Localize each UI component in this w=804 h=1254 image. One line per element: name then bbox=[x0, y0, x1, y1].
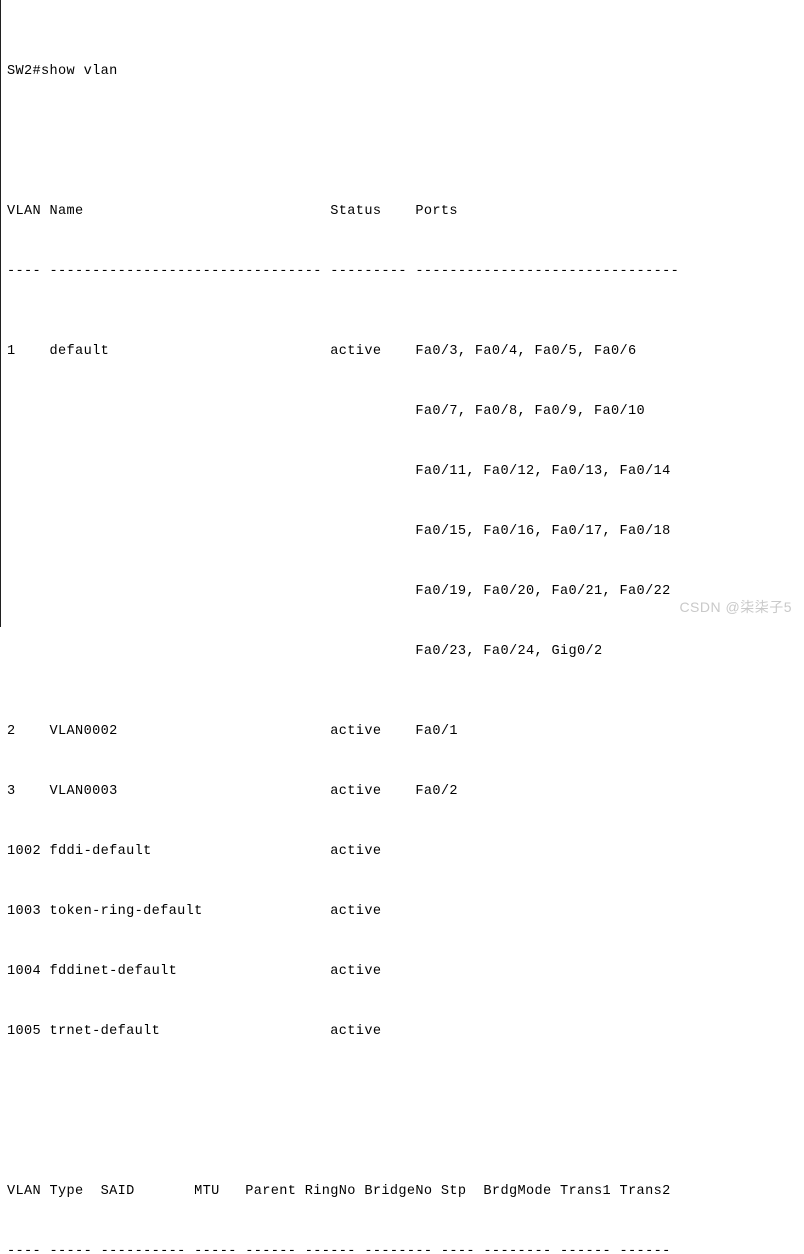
table-row: 1 default active Fa0/3, Fa0/4, Fa0/5, Fa… bbox=[7, 344, 637, 359]
table-row-continuation: Fa0/19, Fa0/20, Fa0/21, Fa0/22 bbox=[7, 584, 671, 599]
table-row-continuation: Fa0/7, Fa0/8, Fa0/9, Fa0/10 bbox=[7, 404, 646, 419]
terminal-output[interactable]: SW2#show vlan VLAN Name Status Ports ---… bbox=[7, 2, 799, 1254]
table-row: 2 VLAN0002 active Fa0/1 bbox=[7, 724, 458, 739]
table-row: 3 VLAN0003 active Fa0/2 bbox=[7, 784, 458, 799]
table-row: 1005 trnet-default active bbox=[7, 1024, 382, 1039]
table-row: 1003 token-ring-default active bbox=[7, 904, 382, 919]
table-row: 1002 fddi-default active bbox=[7, 844, 382, 859]
vlan-detail-table-separator: ---- ----- ---------- ----- ------ -----… bbox=[7, 1244, 671, 1254]
table-row-continuation: Fa0/15, Fa0/16, Fa0/17, Fa0/18 bbox=[7, 524, 671, 539]
vlan-table-separator: ---- -------------------------------- --… bbox=[7, 264, 680, 279]
table-row: 1004 fddinet-default active bbox=[7, 964, 382, 979]
table-row-continuation: Fa0/23, Fa0/24, Gig0/2 bbox=[7, 644, 603, 659]
command-prompt-line[interactable]: SW2#show vlan bbox=[7, 62, 799, 82]
vlan-table-header: VLAN Name Status Ports bbox=[7, 204, 458, 219]
table-row-continuation: Fa0/11, Fa0/12, Fa0/13, Fa0/14 bbox=[7, 464, 671, 479]
vlan-detail-table-header: VLAN Type SAID MTU Parent RingNo BridgeN… bbox=[7, 1184, 671, 1199]
terminal-window: SW2#show vlan VLAN Name Status Ports ---… bbox=[0, 0, 804, 1254]
